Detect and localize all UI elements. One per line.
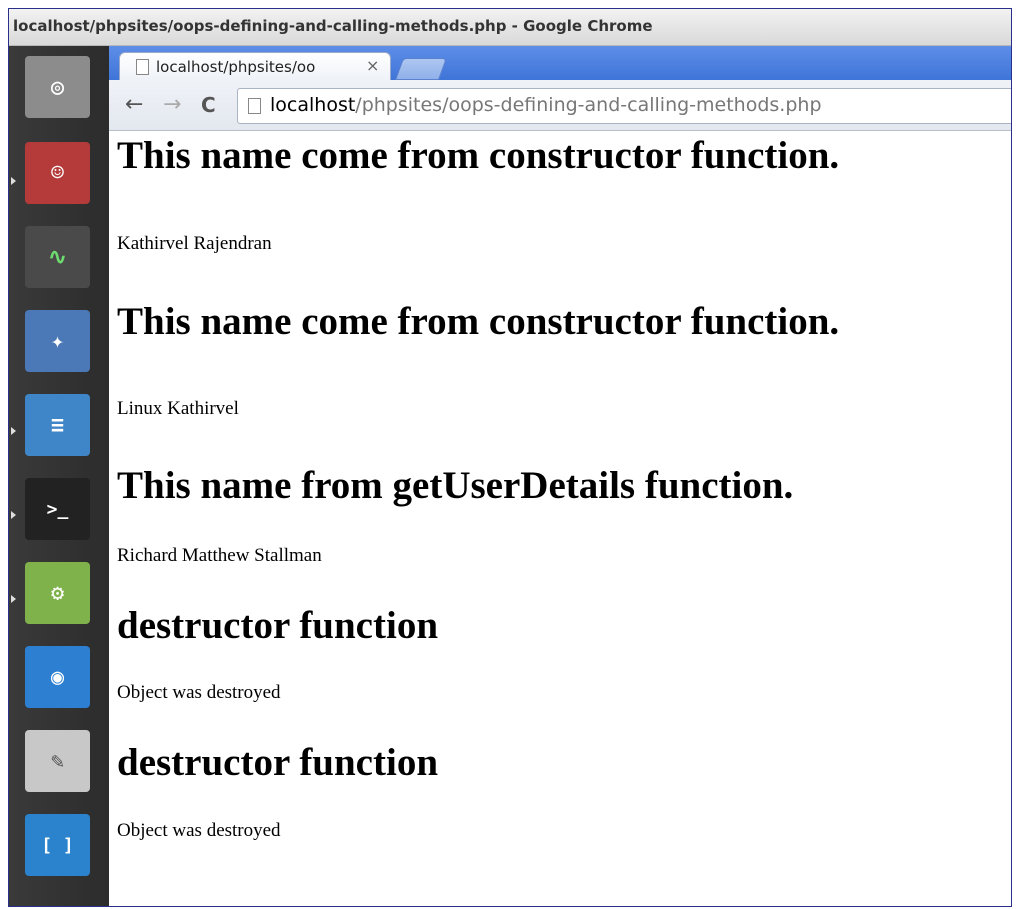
page-content: This name come from constructor function…	[109, 131, 1011, 906]
tab-strip: localhost/phpsites/oo ×	[109, 46, 1011, 81]
back-arrow-icon[interactable]: ←	[125, 92, 143, 117]
url-path: /phpsites/oops-defining-and-calling-meth…	[355, 94, 822, 116]
heading-getuserdetails: This name from getUserDetails function.	[117, 464, 794, 507]
safari-compass-icon: ✦	[25, 310, 90, 372]
window-titlebar: localhost/phpsites/oops-defining-and-cal…	[9, 9, 1011, 46]
launcher-running-indicator	[11, 595, 16, 603]
name-text-2: Linux Kathirvel	[117, 398, 239, 419]
launcher-item-home[interactable]: ◎	[21, 52, 94, 122]
browser-tab[interactable]: localhost/phpsites/oo ×	[119, 52, 391, 81]
system-monitor-icon: ∿	[25, 226, 90, 288]
text-editor-icon: ✎	[25, 730, 90, 792]
binary-settings-icon: ⚙	[25, 562, 90, 624]
heading-constructor-1: This name come from constructor function…	[117, 134, 840, 177]
launcher-item-camera[interactable]: ◉	[21, 642, 94, 712]
terminal-icon: >_	[25, 478, 90, 540]
launcher-running-indicator	[11, 427, 16, 435]
launcher-item-settings[interactable]: ⚙	[21, 558, 94, 628]
destroyed-message-2: Object was destroyed	[117, 820, 281, 841]
ubuntu-home-icon: ◎	[25, 56, 90, 118]
tab-close-icon[interactable]: ×	[366, 56, 379, 75]
new-tab-button[interactable]	[394, 58, 448, 80]
destroyed-message-1: Object was destroyed	[117, 682, 281, 703]
files-finder-icon: ☺	[25, 142, 90, 204]
name-text-1: Kathirvel Rajendran	[117, 233, 272, 254]
page-favicon-icon	[136, 59, 149, 75]
launcher-item-terminal[interactable]: >_	[21, 474, 94, 544]
name-text-3: Richard Matthew Stallman	[117, 545, 322, 566]
writer-document-icon: ≡	[25, 394, 90, 456]
page-icon	[248, 98, 261, 114]
forward-arrow-icon[interactable]: →	[163, 92, 181, 117]
address-url: localhost/phpsites/oops-defining-and-cal…	[270, 94, 822, 116]
launcher-item-brackets[interactable]: [ ]	[21, 810, 94, 880]
browser-toolbar: ← → C localhost/phpsites/oops-defining-a…	[109, 80, 1011, 131]
launcher-item-files[interactable]: ☺	[21, 138, 94, 208]
unity-launcher: ◎ ☺ ∿ ✦ ≡ >_ ⚙ ◉ ✎ [ ]	[9, 46, 109, 906]
heading-destructor-2: destructor function	[117, 741, 439, 784]
browser-window: localhost/phpsites/oops-defining-and-cal…	[8, 8, 1012, 907]
url-host: localhost	[270, 94, 356, 116]
launcher-item-system-monitor[interactable]: ∿	[21, 222, 94, 292]
tab-label: localhost/phpsites/oo	[156, 58, 316, 76]
window-title: localhost/phpsites/oops-defining-and-cal…	[13, 17, 653, 35]
launcher-item-text-editor[interactable]: ✎	[21, 726, 94, 796]
heading-constructor-2: This name come from constructor function…	[117, 300, 840, 343]
camera-icon: ◉	[25, 646, 90, 708]
address-bar[interactable]: localhost/phpsites/oops-defining-and-cal…	[237, 88, 1011, 124]
brackets-icon: [ ]	[25, 814, 90, 876]
heading-destructor-1: destructor function	[117, 604, 439, 647]
reload-icon[interactable]: C	[201, 93, 216, 117]
launcher-item-browser[interactable]: ✦	[21, 306, 94, 376]
launcher-item-writer[interactable]: ≡	[21, 390, 94, 460]
launcher-running-indicator	[11, 177, 16, 185]
launcher-running-indicator	[11, 511, 16, 519]
